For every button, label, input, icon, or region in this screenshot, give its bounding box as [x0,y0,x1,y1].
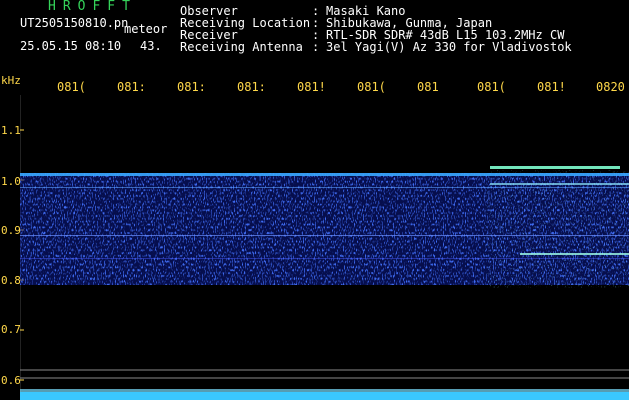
spectrogram-panel [20,95,629,400]
y-tick-label: 0.6 [1,374,21,387]
x-tick-label: 0820 [596,80,625,94]
y-tick-label: 1.0 [1,175,21,188]
app-brand: HROFFT [48,0,137,14]
y-tick-label: 0.7 [1,323,21,336]
echo-line [20,258,629,259]
x-tick-label: 081: [117,80,146,94]
carrier-line [20,173,629,176]
y-tick-label: 0.9 [1,224,21,237]
x-tick-label: 081! [297,80,326,94]
antenna-label: Receiving Antenna [180,40,303,54]
mode-tag: meteor [124,22,168,36]
x-tick-label: 081( [477,80,506,94]
x-tick-label: 081! [537,80,566,94]
x-tick-label: 081 [417,80,439,94]
carrier-line-bright [490,166,620,169]
echo-line [520,253,629,255]
echo-line [20,187,629,188]
echo-line [490,183,629,185]
y-tick-label: 1.1 [1,124,21,137]
signal-level-bar [20,392,629,400]
y-tick-label: 0.8 [1,274,21,287]
y-axis-unit: kHz [1,74,21,87]
x-tick-label: 081: [177,80,206,94]
x-tick-label: 081( [57,80,86,94]
file-name: UT2505150810.pn [20,16,129,30]
detection-count: 43. [140,39,162,53]
x-tick-label: 081( [357,80,386,94]
antenna-value: 3el Yagi(V) Az 330 for Vladivostok [326,40,572,54]
signal-level-peaks [20,389,629,392]
echo-line [20,235,629,236]
x-tick-label: 081: [237,80,266,94]
antenna-sep: : [312,40,320,54]
capture-datetime: 25.05.15 08:10 [20,39,122,53]
